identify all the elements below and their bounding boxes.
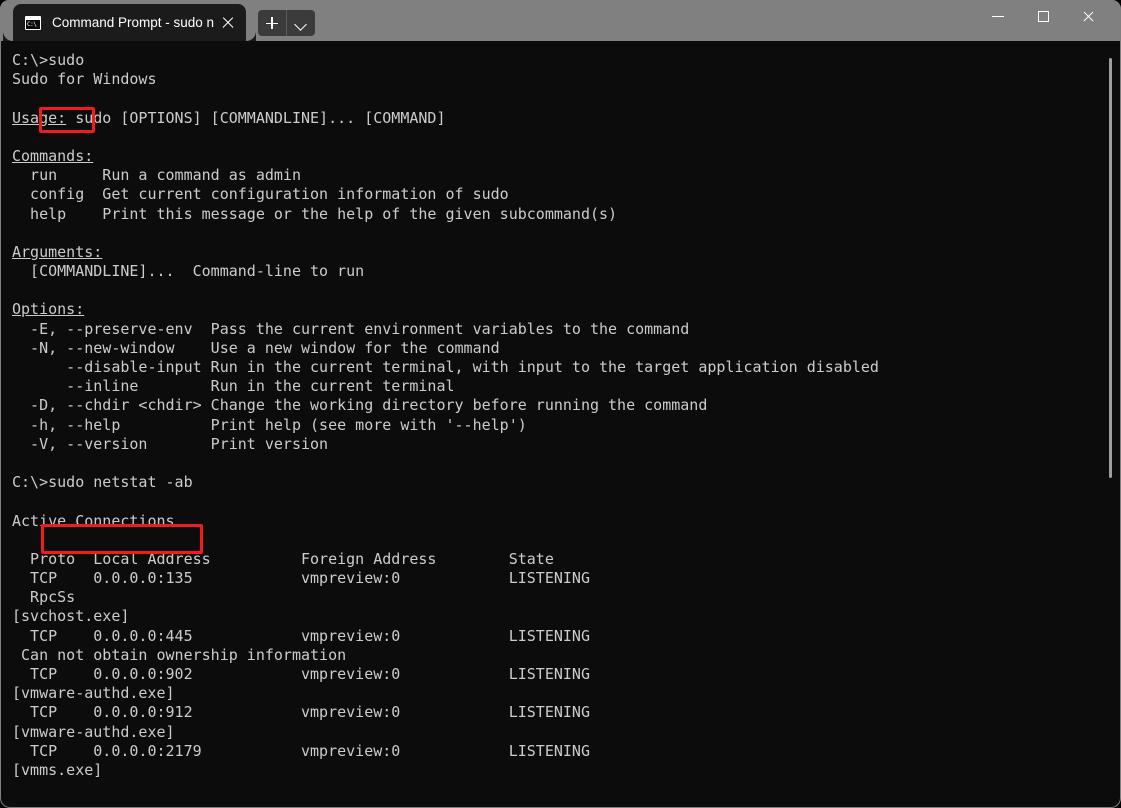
console-line: Arguments: [12, 243, 1120, 262]
console-line: TCP 0.0.0.0:912 vmpreview:0 LISTENING [12, 703, 590, 722]
console-line: Active Connections [12, 511, 175, 530]
console-line: [vmware-authd.exe] [12, 722, 175, 741]
console-line: RpcSs [12, 588, 76, 607]
close-tab-icon[interactable] [214, 9, 242, 37]
console-line: -E, --preserve-env Pass the current envi… [12, 319, 690, 338]
console-line: Commands: [12, 147, 1120, 166]
tab-tools [258, 10, 315, 36]
tab-command-prompt[interactable]: C:\ Command Prompt - sudo net [13, 4, 246, 41]
minimize-icon [992, 16, 1004, 18]
console-line: [COMMANDLINE]... Command-line to run [12, 262, 365, 281]
cmd-icon-prompt-text: C:\ [27, 20, 37, 28]
terminal-window: C:\ Command Prompt - sudo net C:\>sudo Su… [0, 0, 1121, 808]
console-line: Usage: sudo [OPTIONS] [COMMANDLINE]... [… [12, 108, 446, 127]
tab-title: Command Prompt - sudo net [52, 15, 214, 30]
console-line: [vmware-authd.exe] [12, 684, 175, 703]
console-line: TCP 0.0.0.0:135 vmpreview:0 LISTENING [12, 569, 590, 588]
section-heading: Options: [12, 300, 85, 319]
console-line: Can not obtain ownership information [12, 645, 347, 664]
tab-corner-left [3, 21, 23, 41]
console-line: -h, --help Print help (see more with '--… [12, 415, 527, 434]
console-line: Sudo for Windows [12, 70, 157, 89]
console-line: TCP 0.0.0.0:2179 vmpreview:0 LISTENING [12, 741, 590, 760]
console-line: --inline Run in the current terminal [12, 377, 455, 396]
console-line: config Get current configuration informa… [12, 185, 509, 204]
scrollbar-thumb[interactable] [1109, 58, 1112, 478]
minimize-button[interactable] [976, 0, 1021, 32]
console-line: help Print this message or the help of t… [12, 204, 618, 223]
maximize-button[interactable] [1021, 0, 1066, 32]
console-line: C:\>sudo [12, 51, 85, 69]
new-tab-button[interactable] [258, 10, 286, 36]
terminal-pane[interactable]: C:\>sudo Sudo for Windows Usage: sudo [OP… [1, 41, 1120, 807]
console-line: Options: [12, 300, 1120, 319]
scrollbar-track[interactable] [1104, 41, 1118, 807]
cmd-console-icon: C:\ [25, 15, 41, 30]
console-line: TCP 0.0.0.0:445 vmpreview:0 LISTENING [12, 626, 590, 645]
console-line: [vmms.exe] [12, 760, 103, 779]
section-heading: Arguments: [12, 242, 103, 261]
maximize-icon [1038, 11, 1049, 22]
section-heading: Commands: [12, 146, 94, 165]
console-line: -D, --chdir <chdir> Change the working d… [12, 396, 708, 415]
console-line: -V, --version Print version [12, 434, 329, 453]
chevron-down-icon[interactable] [287, 10, 315, 36]
close-window-button[interactable] [1066, 0, 1111, 32]
title-bar: C:\ Command Prompt - sudo net [0, 0, 1121, 41]
tab-corner-right [236, 21, 256, 41]
console-line: --disable-input Run in the current termi… [12, 358, 879, 376]
console-line: TCP 0.0.0.0:902 vmpreview:0 LISTENING [12, 665, 590, 683]
console-line: Proto Local Address Foreign Address Stat… [12, 549, 554, 568]
console-line: run Run a command as admin [12, 166, 301, 185]
console-output: C:\>sudo Sudo for Windows Usage: sudo [OP… [12, 51, 1120, 780]
console-line: [svchost.exe] [12, 607, 130, 626]
section-heading: Usage: [12, 108, 67, 127]
console-line: -N, --new-window Use a new window for th… [12, 338, 500, 357]
console-line: C:\>sudo netstat -ab [12, 473, 193, 492]
